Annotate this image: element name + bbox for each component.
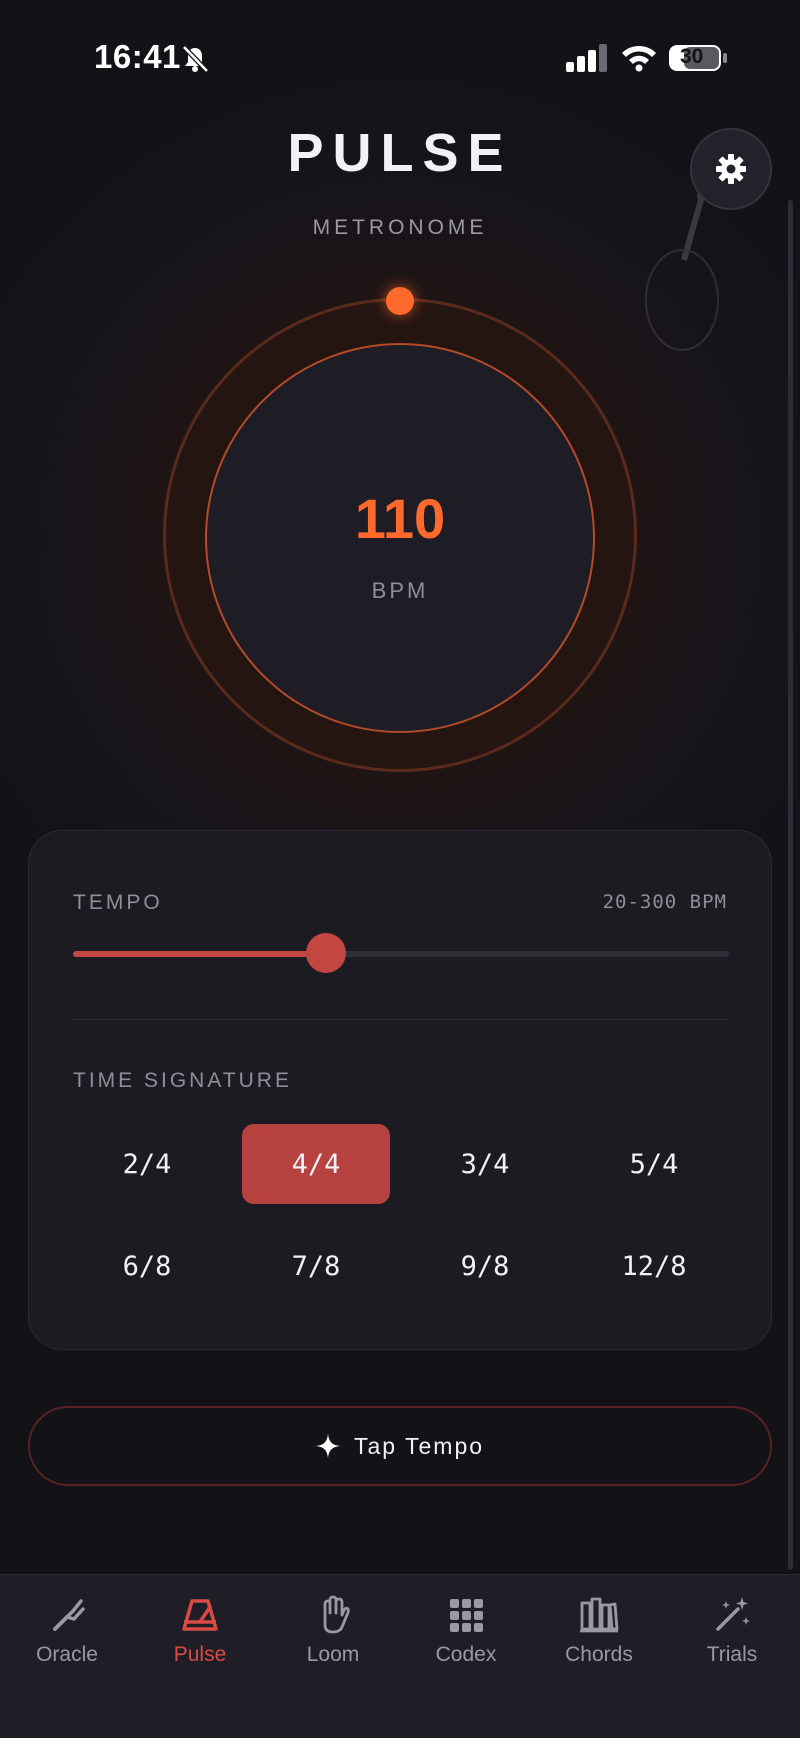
tab-label-loom: Loom <box>306 1643 360 1666</box>
tab-pulse[interactable]: Pulse <box>133 1595 267 1695</box>
metronome-icon <box>182 1599 218 1631</box>
status-time: 16:41 <box>94 38 181 75</box>
bpm-value: 110 <box>354 487 446 550</box>
tempo-range-label: 20-300 BPM <box>602 891 727 913</box>
tempo-label: TEMPO <box>73 891 163 914</box>
time-signature-option[interactable]: 12/8 <box>580 1226 728 1306</box>
tap-tempo-button[interactable]: Tap Tempo <box>28 1406 772 1486</box>
tab-label-pulse: Pulse <box>173 1643 227 1666</box>
magic-wand-icon <box>716 1597 750 1631</box>
wifi-icon <box>622 45 656 72</box>
gear-icon <box>716 154 746 184</box>
tempo-slider-thumb[interactable] <box>305 933 346 973</box>
scrollbar[interactable] <box>788 200 793 1570</box>
time-signature-option[interactable]: 3/4 <box>411 1124 559 1204</box>
tab-loom[interactable]: Loom <box>266 1595 400 1695</box>
tab-chords[interactable]: Chords <box>532 1595 666 1695</box>
time-signature-grid: 2/4 4/4 3/4 5/4 6/8 7/8 9/8 12/8 <box>73 1124 749 1306</box>
grid-icon <box>450 1599 483 1632</box>
page-title: PULSE <box>287 123 513 183</box>
bpm-unit-label: BPM <box>371 578 429 603</box>
sparkle-icon <box>315 1434 340 1458</box>
time-signature-option[interactable]: 9/8 <box>411 1226 559 1306</box>
time-signature-option[interactable]: 4/4 <box>242 1124 390 1204</box>
hand-icon <box>323 1595 350 1634</box>
time-signature-option[interactable]: 7/8 <box>242 1226 390 1306</box>
settings-button[interactable] <box>690 128 772 210</box>
time-signature-label: TIME SIGNATURE <box>73 1069 292 1092</box>
tempo-slider-track[interactable] <box>73 951 729 957</box>
tab-codex[interactable]: Codex <box>399 1595 533 1695</box>
tab-bar: Oracle Pulse Loom Codex Chords Trials <box>0 1574 800 1738</box>
time-signature-option[interactable]: 2/4 <box>73 1124 221 1204</box>
tab-label-codex: Codex <box>435 1643 497 1666</box>
time-signature-option[interactable]: 6/8 <box>73 1226 221 1306</box>
tab-label-chords: Chords <box>565 1643 633 1666</box>
tab-trials[interactable]: Trials <box>665 1595 799 1695</box>
tap-tempo-label: Tap Tempo <box>353 1432 485 1459</box>
page-subtitle: METRONOME <box>312 216 488 239</box>
library-icon <box>580 1597 619 1633</box>
tuning-fork-icon <box>53 1599 85 1631</box>
tab-label-oracle: Oracle <box>36 1643 98 1666</box>
tempo-slider-fill <box>73 951 326 957</box>
cellular-signal-icon <box>566 44 607 72</box>
bell-muted-icon <box>182 45 209 73</box>
battery-level: 30 <box>680 45 704 68</box>
beat-indicator-dot <box>386 287 414 315</box>
time-signature-option[interactable]: 5/4 <box>580 1124 728 1204</box>
battery-indicator: 30 <box>668 44 728 72</box>
controls-card: TEMPO 20-300 BPM TIME SIGNATURE 2/4 4/4 3/… <box>28 830 772 1350</box>
tab-label-trials: Trials <box>706 1643 758 1666</box>
tab-oracle[interactable]: Oracle <box>0 1595 134 1695</box>
divider <box>73 1019 729 1020</box>
screen: 16:41 30 PULSE METRONOME 110 BPM TEMPO 2… <box>0 0 800 1738</box>
